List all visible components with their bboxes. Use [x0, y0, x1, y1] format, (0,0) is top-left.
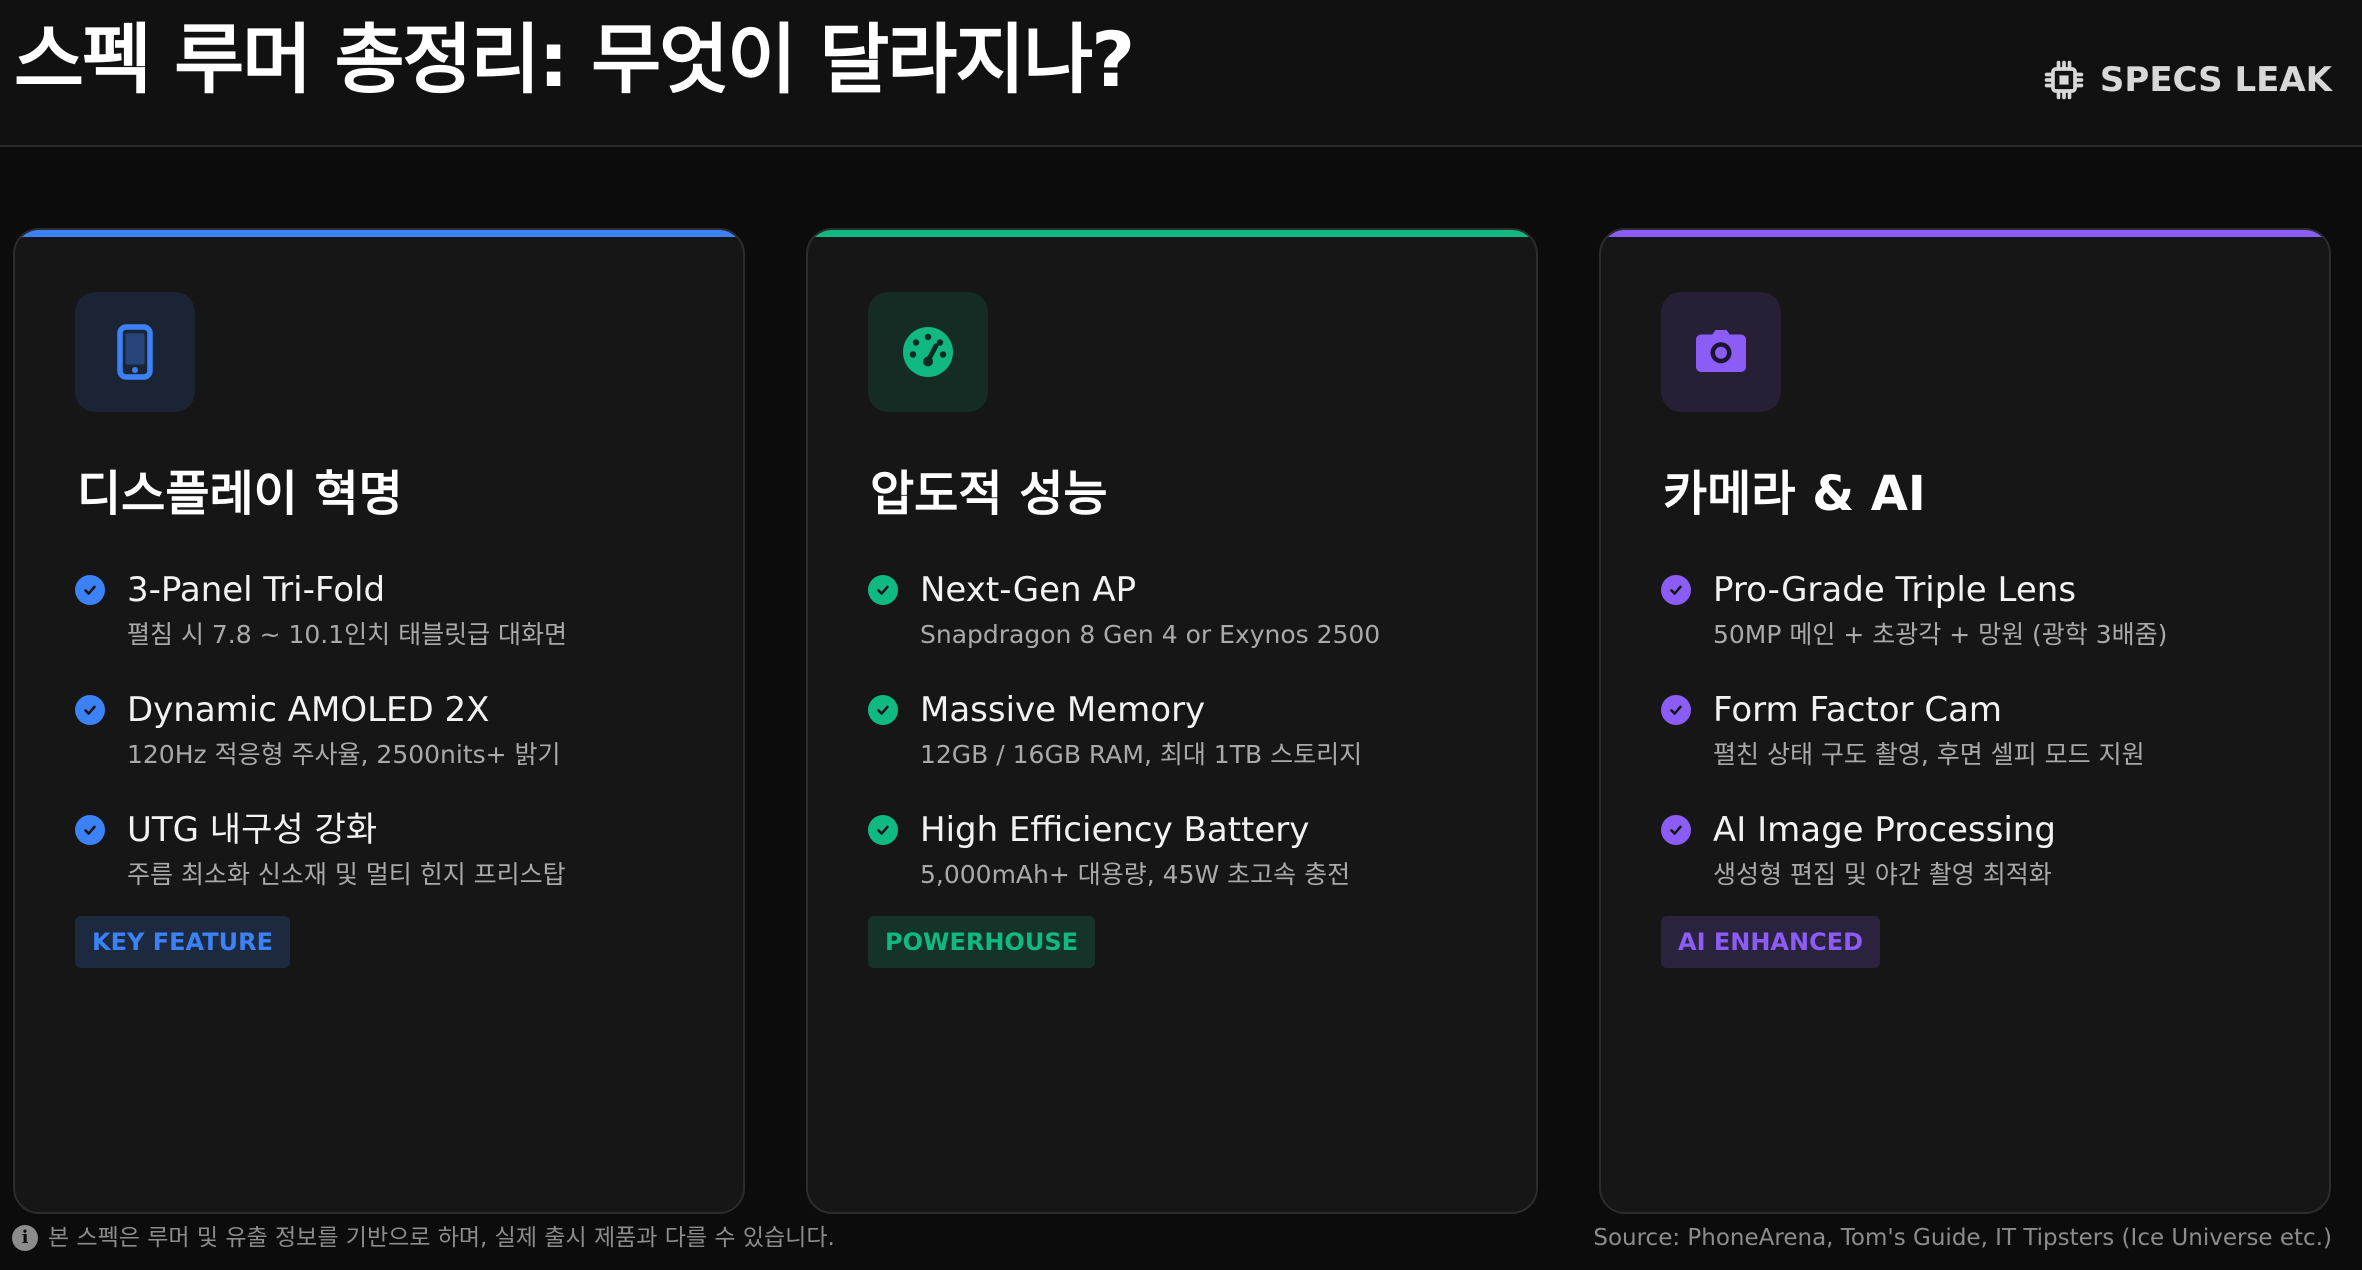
feature-description: 50MP 메인 + 초광각 + 망원 (광학 3배줌) — [1713, 620, 2168, 649]
card-camera-ai: 카메라 & AI Pro-Grade Triple Lens 50MP 메인 +… — [1599, 228, 2331, 1214]
check-circle-icon — [868, 815, 898, 845]
feature-description: 생성형 편집 및 야간 촬영 최적화 — [1713, 860, 2052, 889]
page: 스펙 루머 총정리: 무엇이 달라지나? SPECS LEAK 디스플레이 혁명… — [0, 0, 2362, 1270]
feature-title: Next-Gen AP — [920, 570, 1137, 610]
check-circle-icon — [75, 575, 105, 605]
speedometer-icon — [903, 327, 953, 377]
feature-description: Snapdragon 8 Gen 4 or Exynos 2500 — [920, 620, 1381, 649]
check-circle-icon — [868, 575, 898, 605]
header: 스펙 루머 총정리: 무엇이 달라지나? SPECS LEAK — [0, 0, 2362, 147]
source-credit: Source: PhoneArena, Tom's Guide, IT Tips… — [1593, 1225, 2332, 1251]
feature-title: Form Factor Cam — [1713, 690, 2003, 730]
feature-title: UTG 내구성 강화 — [127, 810, 378, 850]
check-circle-icon — [1661, 815, 1691, 845]
card-title: 디스플레이 혁명 — [77, 466, 403, 522]
camera-icon — [1696, 330, 1746, 372]
card-accent-bar — [808, 230, 1536, 237]
brand-label: SPECS LEAK — [2099, 60, 2332, 100]
disclaimer: i 본 스펙은 루머 및 유출 정보를 기반으로 하며, 실제 출시 제품과 다… — [12, 1222, 835, 1254]
smartphone-icon — [117, 324, 153, 380]
card-icon-box — [75, 292, 195, 412]
card-display: 디스플레이 혁명 3-Panel Tri-Fold 펼침 시 7.8 ~ 10.… — [13, 228, 745, 1214]
card-icon-box — [1661, 292, 1781, 412]
card-accent-bar — [15, 230, 743, 237]
feature-description: 주름 최소화 신소재 및 멀티 힌지 프리스탑 — [127, 860, 566, 889]
feature-description: 5,000mAh+ 대용량, 45W 초고속 충전 — [920, 860, 1351, 889]
feature-title: High Efficiency Battery — [920, 810, 1310, 850]
feature-title: Pro-Grade Triple Lens — [1713, 570, 2077, 610]
card-title: 압도적 성능 — [870, 466, 1108, 522]
badge-key-feature: KEY FEATURE — [75, 916, 290, 968]
badge-powerhouse: POWERHOUSE — [868, 916, 1095, 968]
feature-description: 펼친 상태 구도 촬영, 후면 셀피 모드 지원 — [1713, 740, 2145, 769]
feature-description: 12GB / 16GB RAM, 최대 1TB 스토리지 — [920, 740, 1363, 769]
check-circle-icon — [75, 695, 105, 725]
feature-description: 120Hz 적응형 주사율, 2500nits+ 밝기 — [127, 740, 561, 769]
check-circle-icon — [1661, 575, 1691, 605]
feature-description: 펼침 시 7.8 ~ 10.1인치 태블릿급 대화면 — [127, 620, 568, 649]
brand: SPECS LEAK — [2042, 58, 2332, 102]
cpu-chip-icon — [2044, 60, 2084, 100]
card-icon-box — [868, 292, 988, 412]
feature-title: AI Image Processing — [1713, 810, 2056, 850]
card-title: 카메라 & AI — [1663, 466, 1926, 522]
feature-title: Dynamic AMOLED 2X — [127, 690, 490, 730]
card-accent-bar — [1601, 230, 2329, 237]
feature-title: Massive Memory — [920, 690, 1206, 730]
check-circle-icon — [1661, 695, 1691, 725]
info-icon: i — [12, 1225, 38, 1251]
check-circle-icon — [75, 815, 105, 845]
card-performance: 압도적 성능 Next-Gen AP Snapdragon 8 Gen 4 or… — [806, 228, 1538, 1214]
check-circle-icon — [868, 695, 898, 725]
disclaimer-text: 본 스펙은 루머 및 유출 정보를 기반으로 하며, 실제 출시 제품과 다를 … — [48, 1225, 835, 1251]
badge-ai-enhanced: AI ENHANCED — [1661, 916, 1881, 968]
page-title: 스펙 루머 총정리: 무엇이 달라지나? — [14, 15, 1135, 104]
feature-title: 3-Panel Tri-Fold — [127, 570, 386, 610]
